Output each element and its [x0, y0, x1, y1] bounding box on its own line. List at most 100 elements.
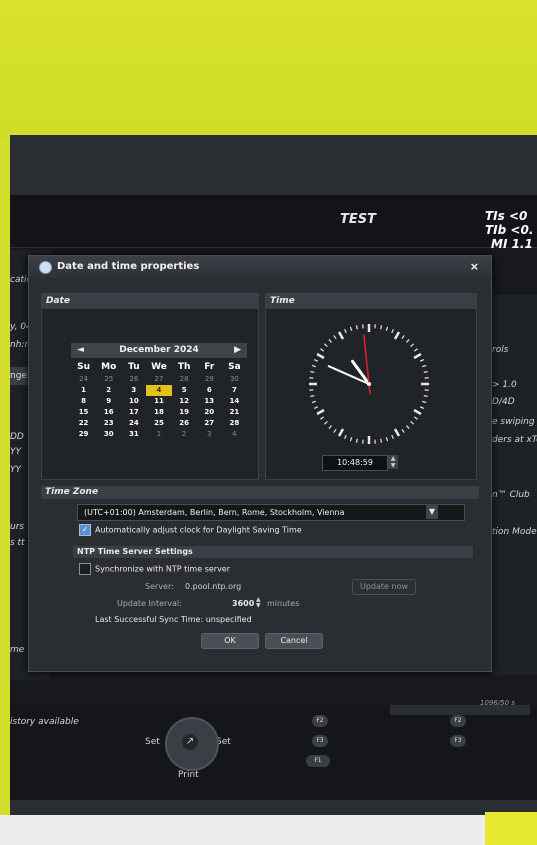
calendar-day[interactable]: 31 — [121, 429, 146, 440]
bg-left-text: me — [10, 645, 25, 655]
calendar-day[interactable]: 21 — [222, 407, 247, 418]
calendar-day[interactable]: 14 — [222, 396, 247, 407]
time-input[interactable]: 10:48:59 — [322, 455, 388, 471]
clock-tick — [423, 395, 428, 398]
next-month-button[interactable]: ▶ — [234, 343, 241, 358]
calendar-day[interactable]: 27 — [146, 374, 171, 385]
calendar-day[interactable]: 11 — [146, 396, 171, 407]
ntp-settings-header: NTP Time Server Settings — [73, 546, 473, 558]
thermal-index-readout: TIs <0 TIb <0. MI 1.1 — [485, 209, 533, 251]
clock-tick — [419, 406, 425, 409]
clock-tick — [324, 343, 328, 347]
calendar-day[interactable]: 20 — [197, 407, 222, 418]
calendar-day[interactable]: 5 — [172, 385, 197, 396]
clock-tick — [406, 425, 410, 429]
update-interval-unit: minutes — [267, 599, 300, 608]
calendar-day[interactable]: 29 — [197, 374, 222, 385]
time-zone-select[interactable]: (UTC+01:00) Amsterdam, Berlin, Bern, Rom… — [77, 504, 465, 521]
calendar-day[interactable]: 1 — [71, 385, 96, 396]
calendar-day[interactable]: 26 — [172, 418, 197, 429]
chevron-down-icon[interactable]: ▼ — [426, 504, 438, 519]
date-group-header: Date — [42, 294, 258, 309]
server-value: 0.pool.ntp.org — [185, 582, 242, 591]
clock-tick — [311, 364, 316, 368]
calendar-day[interactable]: 28 — [172, 374, 197, 385]
update-now-button[interactable]: Update now — [352, 579, 416, 595]
clock-tick — [313, 406, 319, 409]
calendar-day[interactable]: 6 — [197, 385, 222, 396]
calendar-day[interactable]: 26 — [121, 374, 146, 385]
ok-button[interactable]: OK — [201, 633, 259, 649]
calendar-day[interactable]: 24 — [71, 374, 96, 385]
calendar-day[interactable]: 10 — [121, 396, 146, 407]
tis-value: TIs <0 — [485, 209, 528, 223]
key-f2-left[interactable]: F2 — [312, 715, 328, 727]
key-f1-left[interactable]: F1 — [306, 755, 330, 767]
clock-tick — [380, 438, 383, 443]
bottom-control-area: istory available 1096/50 s Set Set ↗ Pri… — [10, 699, 537, 800]
clock-tick — [410, 421, 414, 425]
time-up-icon[interactable]: ▲ — [388, 455, 398, 462]
date-time-properties-dialog: Date and time properties × Date ◄ Decemb… — [28, 255, 492, 672]
clock-tick — [385, 437, 389, 442]
calendar-day[interactable]: 8 — [71, 396, 96, 407]
calendar-day[interactable]: 15 — [71, 407, 96, 418]
calendar-day[interactable]: 3 — [121, 385, 146, 396]
calendar-day[interactable]: 7 — [222, 385, 247, 396]
calendar-day[interactable]: 25 — [146, 418, 171, 429]
ntp-sync-checkbox[interactable] — [79, 563, 91, 575]
calendar-day[interactable]: 13 — [197, 396, 222, 407]
calendar-day[interactable]: 17 — [121, 407, 146, 418]
update-interval-spinner[interactable]: ▲ ▼ — [256, 597, 261, 609]
trackball-control[interactable]: ↗ — [165, 717, 219, 771]
calendar-day[interactable]: 30 — [222, 374, 247, 385]
calendar-day[interactable]: 16 — [96, 407, 121, 418]
ntp-sync-checkbox-row[interactable]: Synchronize with NTP time server — [79, 563, 230, 575]
dst-checkbox-row[interactable]: ✓ Automatically adjust clock for Daylight… — [79, 524, 302, 536]
calendar-day[interactable]: 2 — [96, 385, 121, 396]
calendar-day[interactable]: 4 — [222, 429, 247, 440]
time-down-icon[interactable]: ▼ — [388, 462, 398, 469]
key-f3-left[interactable]: F3 — [312, 735, 328, 747]
calendar-day[interactable]: 12 — [172, 396, 197, 407]
cancel-button[interactable]: Cancel — [265, 633, 323, 649]
calendar-day[interactable]: 27 — [197, 418, 222, 429]
calendar-day[interactable]: 2 — [172, 429, 197, 440]
calendar-day[interactable]: 30 — [96, 429, 121, 440]
calendar-day[interactable]: 29 — [71, 429, 96, 440]
bg-left-text: DD — [10, 432, 24, 442]
bg-left-text: s tt — [10, 538, 25, 548]
time-spinner[interactable]: ▲ ▼ — [388, 455, 398, 469]
calendar-day[interactable]: 19 — [172, 407, 197, 418]
calendar-day[interactable]: 25 — [96, 374, 121, 385]
calendar-day[interactable]: 9 — [96, 396, 121, 407]
bottom-readout: 1096/50 s — [480, 699, 515, 707]
clock-tick — [401, 335, 405, 340]
clock-tick — [419, 359, 425, 362]
clock-tick — [413, 348, 418, 352]
calendar-day[interactable]: 4 — [146, 385, 172, 396]
key-f2-right[interactable]: F2 — [450, 715, 466, 727]
clock-tick — [349, 437, 353, 442]
clock-tick — [422, 364, 427, 368]
ntp-sync-label: Synchronize with NTP time server — [95, 564, 231, 574]
desk-surface — [0, 815, 537, 845]
calendar-day[interactable]: 3 — [197, 429, 222, 440]
calendar-day[interactable]: 22 — [71, 418, 96, 429]
update-interval-value[interactable]: 3600 — [232, 599, 254, 608]
calendar-day[interactable]: 1 — [146, 429, 171, 440]
history-status-text: istory available — [10, 717, 79, 727]
previous-month-button[interactable]: ◄ — [77, 343, 84, 358]
key-f3-right[interactable]: F3 — [450, 735, 466, 747]
clock-tick — [333, 428, 337, 433]
clock-tick — [313, 359, 319, 362]
dst-checkbox[interactable]: ✓ — [79, 524, 91, 536]
clock-tick — [311, 400, 316, 404]
calendar-day[interactable]: 24 — [121, 418, 146, 429]
calendar-day[interactable]: 28 — [222, 418, 247, 429]
print-label: Print — [178, 770, 199, 780]
calendar-day[interactable]: 23 — [96, 418, 121, 429]
dst-label: Automatically adjust clock for Daylight … — [95, 525, 302, 535]
close-button[interactable]: × — [470, 256, 479, 278]
calendar-day[interactable]: 18 — [146, 407, 171, 418]
